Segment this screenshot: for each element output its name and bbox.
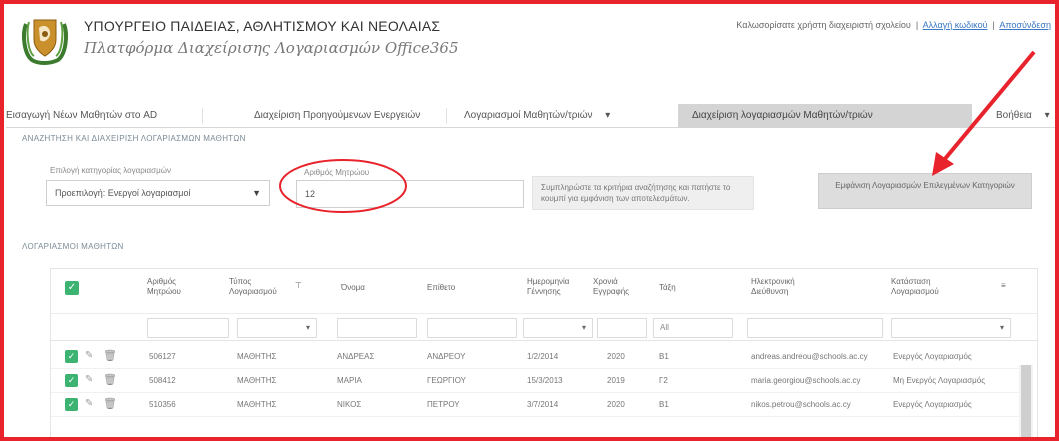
col-registry-number[interactable]: Αριθμός Μητρώου <box>147 277 207 297</box>
filter-row: ▾ ▾ All ▾ <box>51 313 1037 341</box>
welcome-text: Καλωσορίσατε χρήστη διαχειριστή σχολείου <box>736 20 911 30</box>
col-account-type[interactable]: Τύπος Λογαριασμού <box>229 277 289 297</box>
cell-class: Β1 <box>659 352 669 361</box>
check-icon: ✓ <box>67 282 77 293</box>
filter-birth-date[interactable]: ▾ <box>523 318 593 338</box>
cell-registration-year: 2019 <box>607 376 625 385</box>
cell-email: maria.georgiou@schools.ac.cy <box>751 376 861 385</box>
cell-registry-number: 506127 <box>149 352 176 361</box>
cell-birth-date: 1/2/2014 <box>527 352 559 361</box>
row-checkbox[interactable]: ✓ <box>65 398 78 411</box>
cell-email: nikos.petrou@schools.ac.cy <box>751 400 851 409</box>
cell-account-type: ΜΑΘΗΤΗΣ <box>237 352 277 361</box>
filter-registry-number[interactable] <box>147 318 229 338</box>
cell-registration-year: 2020 <box>607 352 625 361</box>
row-checkbox[interactable]: ✓ <box>65 374 78 387</box>
category-select-label: Επιλογή κατηγορίας λογαριασμών <box>50 166 171 175</box>
cell-account-status: Ενεργός Λογαριασμός <box>893 352 972 361</box>
ministry-title: ΥΠΟΥΡΓΕΙΟ ΠΑΙΔΕΙΑΣ, ΑΘΛΗΤΙΣΜΟΥ ΚΑΙ ΝΕΟΛΑ… <box>84 18 441 34</box>
col-birth-date[interactable]: Ημερομηνία Γέννησης <box>527 277 583 297</box>
filter-account-type[interactable]: ▾ <box>237 318 317 338</box>
select-all-checkbox[interactable]: ✓ <box>65 281 79 295</box>
col-email[interactable]: Ηλεκτρονική Διεύθυνση <box>751 277 821 297</box>
filter-first-name[interactable] <box>337 318 417 338</box>
col-account-status[interactable]: Κατάσταση Λογαριασμού <box>891 277 961 297</box>
table-row[interactable]: ✓ ✎ 🗑 506127 ΜΑΘΗΤΗΣ ΑΝΔΡΕΑΣ ΑΝΔΡΕΟΥ 1/2… <box>51 345 1019 369</box>
cell-last-name: ΑΝΔΡΕΟΥ <box>427 352 466 361</box>
nav-divider <box>446 108 447 124</box>
edit-icon[interactable]: ✎ <box>85 398 97 410</box>
main-nav: Εισαγωγή Νέων Μαθητών στο AD Διαχείριση … <box>6 104 1055 128</box>
nav-item-manage-student-accounts[interactable]: Διαχείριση λογαριασμών Μαθητών/τριών <box>678 104 972 128</box>
column-menu-icon[interactable]: ≡ <box>1001 281 1006 291</box>
filter-email[interactable] <box>747 318 883 338</box>
chevron-down-icon: ▾ <box>999 323 1004 332</box>
edit-icon[interactable]: ✎ <box>85 350 97 362</box>
filter-last-name[interactable] <box>427 318 517 338</box>
crest-icon <box>22 19 68 65</box>
show-accounts-button[interactable]: Εμφάνιση Λογαριασμών Επιλεγμένων Κατηγορ… <box>818 173 1032 209</box>
table-row[interactable]: ✓ ✎ 🗑 508412 ΜΑΘΗΤΗΣ ΜΑΡΙΑ ΓΕΩΡΓΙΟΥ 15/3… <box>51 369 1019 393</box>
cell-registry-number: 510356 <box>149 400 176 409</box>
category-select[interactable]: Προεπιλογή: Ενεργοί λογαριασμοί ▼ <box>46 180 270 206</box>
cell-class: Γ2 <box>659 376 668 385</box>
cell-account-status: Ενεργός Λογαριασμός <box>893 400 972 409</box>
col-first-name[interactable]: Όνομα <box>341 283 365 293</box>
filter-class[interactable]: All <box>653 318 733 338</box>
table-scrollbar[interactable] <box>1019 365 1033 441</box>
col-registration-year[interactable]: Χρονιά Εγγραφής <box>593 277 645 297</box>
search-info-box: Συμπληρώστε τα κριτήρια αναζήτησης και π… <box>532 176 754 210</box>
table-row[interactable]: ✓ ✎ 🗑 510356 ΜΑΘΗΤΗΣ ΝΙΚΟΣ ΠΕΤΡΟΥ 3/7/20… <box>51 393 1019 417</box>
cell-account-type: ΜΑΘΗΤΗΣ <box>237 376 277 385</box>
chevron-down-icon: ▾ <box>305 323 310 332</box>
check-icon: ✓ <box>67 399 76 409</box>
trash-icon[interactable]: 🗑 <box>103 373 117 387</box>
chevron-down-icon: ▾ <box>581 323 586 332</box>
scrollbar-thumb[interactable] <box>1021 365 1031 441</box>
cell-first-name: ΝΙΚΟΣ <box>337 400 362 409</box>
cell-registry-number: 508412 <box>149 376 176 385</box>
filter-registration-year[interactable] <box>597 318 647 338</box>
nav-item-student-accounts[interactable]: Λογαριασμοί Μαθητών/τριών ▾ <box>464 104 610 128</box>
results-section-title: ΛΟΓΑΡΙΑΣΜΟΙ ΜΑΘΗΤΩΝ <box>22 242 124 251</box>
cell-birth-date: 3/7/2014 <box>527 400 559 409</box>
filter-account-status[interactable]: ▾ <box>891 318 1011 338</box>
chevron-down-icon: ▾ <box>1044 110 1050 121</box>
nav-item-help[interactable]: Βοήθεια ▾ <box>996 104 1050 128</box>
cell-account-type: ΜΑΘΗΤΗΣ <box>237 400 277 409</box>
search-section-title: ΑΝΑΖΗΤΗΣΗ ΚΑΙ ΔΙΑΧΕΙΡΙΣΗ ΛΟΓΑΡΙΑΣΜΩΝ ΜΑΘ… <box>22 134 246 143</box>
cell-last-name: ΓΕΩΡΓΙΟΥ <box>427 376 466 385</box>
cell-email: andreas.andreou@schools.ac.cy <box>751 352 868 361</box>
chevron-down-icon: ▼ <box>252 188 261 198</box>
row-checkbox[interactable]: ✓ <box>65 350 78 363</box>
col-last-name[interactable]: Επίθετο <box>427 283 455 293</box>
cell-registration-year: 2020 <box>607 400 625 409</box>
nav-divider <box>202 108 203 124</box>
nav-item-import-students[interactable]: Εισαγωγή Νέων Μαθητών στο AD <box>6 104 157 128</box>
nav-item-previous-actions[interactable]: Διαχείριση Προηγούμενων Ενεργειών <box>254 104 420 128</box>
logout-link[interactable]: Αποσύνδεση <box>999 20 1051 30</box>
check-icon: ✓ <box>67 351 76 361</box>
edit-icon[interactable]: ✎ <box>85 374 97 386</box>
cell-last-name: ΠΕΤΡΟΥ <box>427 400 460 409</box>
cell-birth-date: 15/3/2013 <box>527 376 563 385</box>
col-class[interactable]: Τάξη <box>659 283 676 293</box>
platform-subtitle: Πλατφόρμα Διαχείρισης Λογαριασμών Office… <box>84 39 459 57</box>
chevron-down-icon: ▾ <box>605 110 611 121</box>
change-password-link[interactable]: Αλλαγή κωδικού <box>923 20 988 30</box>
registry-number-input[interactable]: 12 <box>296 180 524 208</box>
registry-number-label: Αριθμός Μητρώου <box>304 168 370 177</box>
page-header: ΥΠΟΥΡΓΕΙΟ ΠΑΙΔΕΙΑΣ, ΑΘΛΗΤΙΣΜΟΥ ΚΑΙ ΝΕΟΛΑ… <box>6 6 1055 90</box>
cell-account-status: Μη Ενεργός Λογαριασμός <box>893 376 986 385</box>
check-icon: ✓ <box>67 375 76 385</box>
accounts-table: ✓ Αριθμός Μητρώου Τύπος Λογαριασμού ⊤ Όν… <box>50 268 1038 441</box>
cell-class: Β1 <box>659 400 669 409</box>
user-info: Καλωσορίσατε χρήστη διαχειριστή σχολείου… <box>736 20 1051 30</box>
cell-first-name: ΜΑΡΙΑ <box>337 376 362 385</box>
trash-icon[interactable]: 🗑 <box>103 349 117 363</box>
trash-icon[interactable]: 🗑 <box>103 397 117 411</box>
cell-first-name: ΑΝΔΡΕΑΣ <box>337 352 375 361</box>
filter-icon[interactable]: ⊤ <box>295 281 302 291</box>
